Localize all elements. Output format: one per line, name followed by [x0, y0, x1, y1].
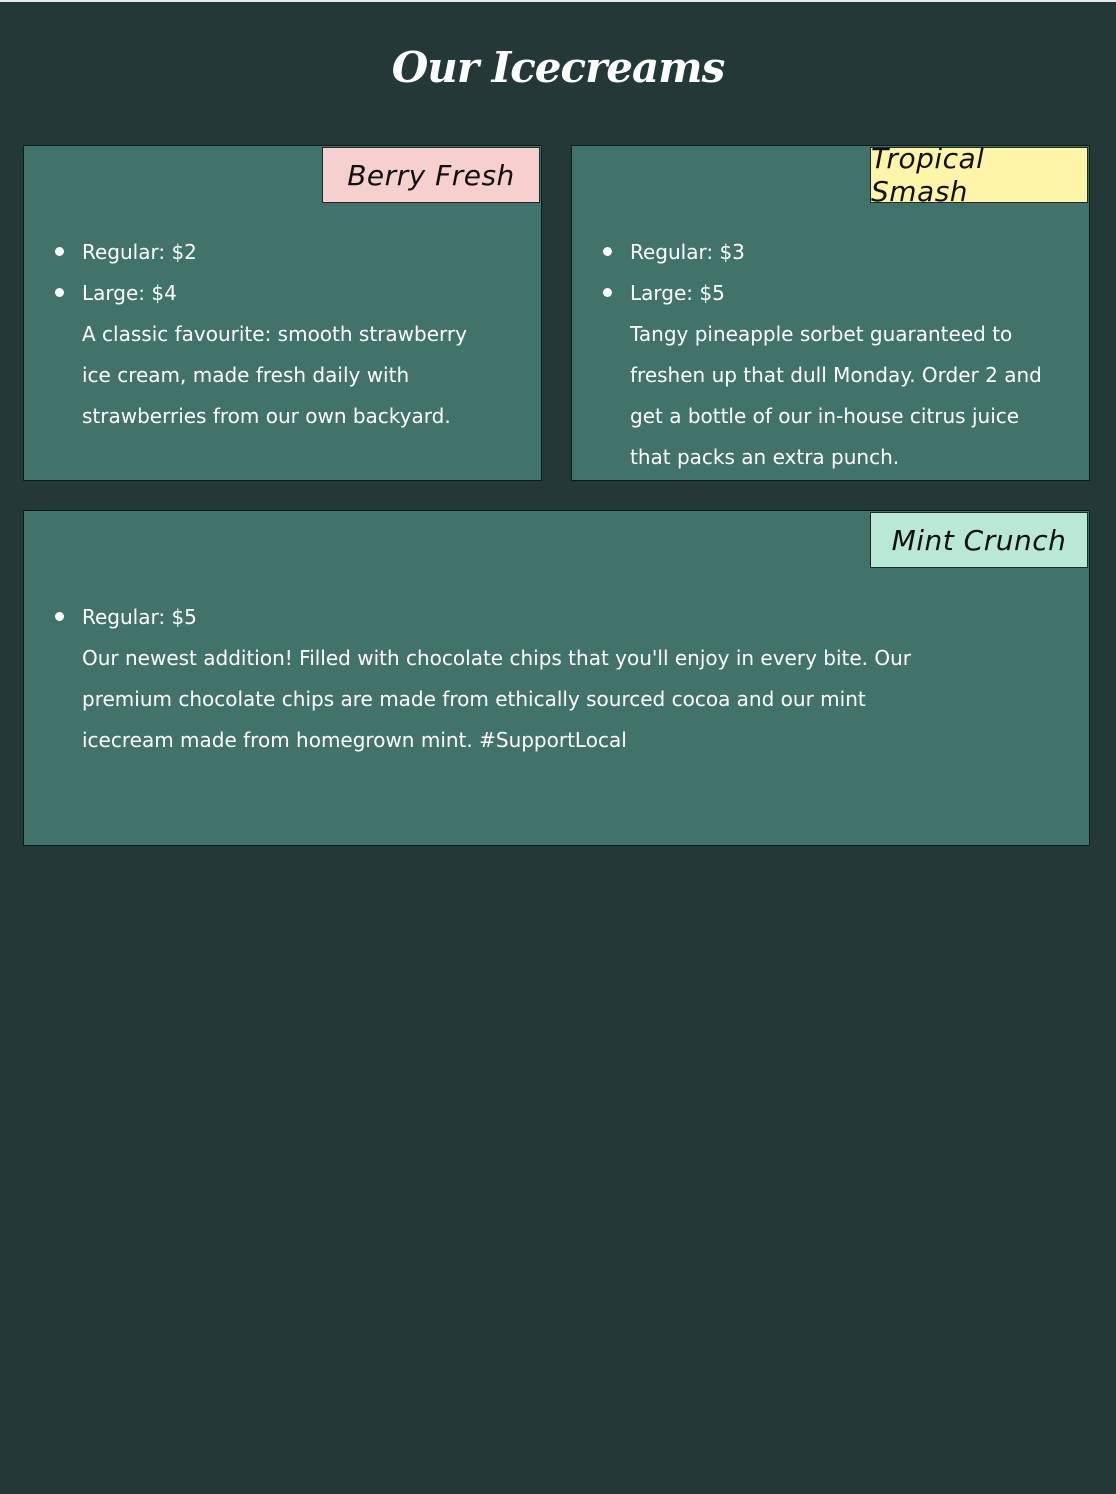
price-item: Regular: $2 — [55, 232, 481, 273]
price-text: Large: $5 — [630, 281, 725, 305]
price-item: Large: $4 — [55, 273, 481, 314]
price-text: Regular: $3 — [630, 240, 745, 264]
card-title-tag: Mint Crunch — [870, 512, 1088, 568]
card-title-tag: Berry Fresh — [322, 147, 540, 203]
price-item: Regular: $3 — [603, 232, 1059, 273]
bullet-icon — [55, 612, 64, 621]
icecream-card-berry-fresh: Berry Fresh Regular: $2 Large: $4 A clas… — [23, 145, 542, 481]
price-list: Regular: $2 Large: $4 — [55, 232, 481, 314]
price-text: Regular: $5 — [82, 605, 197, 629]
price-list: Regular: $3 Large: $5 — [603, 232, 1059, 314]
bullet-icon — [55, 288, 64, 297]
card-title-tag: Tropical Smash — [870, 142, 1088, 208]
price-item: Regular: $5 — [55, 597, 959, 638]
card-description: A classic favourite: smooth strawberry i… — [82, 322, 467, 428]
price-item: Large: $5 — [603, 273, 1059, 314]
bullet-icon — [603, 247, 612, 256]
price-text: Regular: $2 — [82, 240, 197, 264]
card-description: Our newest addition! Filled with chocola… — [82, 646, 912, 752]
icecream-card-mint-crunch: Mint Crunch Regular: $5 Our newest addit… — [23, 510, 1090, 846]
bullet-icon — [55, 247, 64, 256]
icecream-card-tropical-smash: Tropical Smash Regular: $3 Large: $5 Tan… — [571, 142, 1090, 481]
price-text: Large: $4 — [82, 281, 177, 305]
bullet-icon — [603, 288, 612, 297]
price-list: Regular: $5 — [55, 597, 959, 638]
page-title: Our Icecreams — [391, 43, 726, 92]
card-description: Tangy pineapple sorbet guaranteed to fre… — [630, 322, 1042, 469]
